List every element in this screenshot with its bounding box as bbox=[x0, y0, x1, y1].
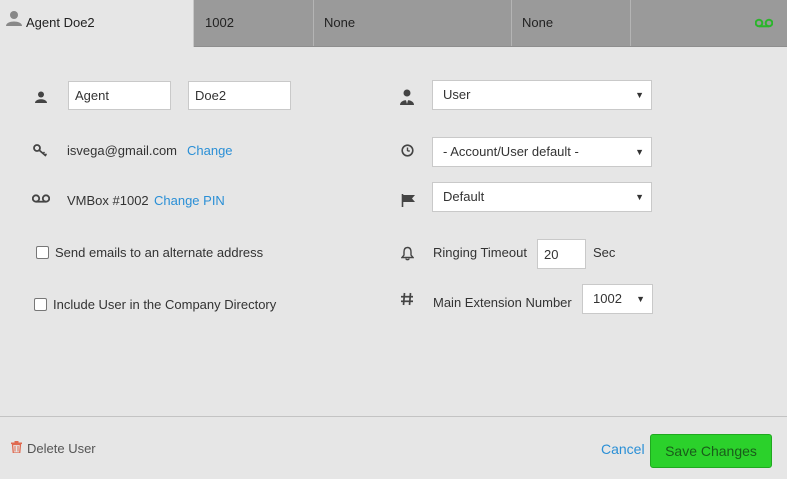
include-directory-checkbox[interactable] bbox=[34, 298, 47, 311]
delete-user-label: Delete User bbox=[27, 441, 96, 456]
tab-device[interactable]: None bbox=[314, 0, 512, 46]
change-pin-link[interactable]: Change PIN bbox=[154, 193, 225, 208]
first-name-input[interactable] bbox=[68, 81, 171, 110]
tab-user-name[interactable]: Agent Doe2 bbox=[0, 0, 194, 47]
ringing-timeout-label: Ringing Timeout bbox=[433, 245, 527, 260]
hashtag-icon bbox=[400, 291, 414, 307]
music-on-hold-select[interactable]: Default ▼ bbox=[432, 182, 652, 212]
role-select-value: User bbox=[443, 87, 471, 102]
tab-extension[interactable]: 1002 bbox=[195, 0, 314, 46]
person-icon bbox=[34, 90, 48, 104]
include-directory-label: Include User in the Company Directory bbox=[53, 297, 277, 312]
music-on-hold-select-value: Default bbox=[443, 189, 485, 204]
timezone-select[interactable]: - Account/User default - ▼ bbox=[432, 137, 652, 167]
vmbox-label: VMBox #1002 bbox=[67, 193, 149, 208]
chevron-down-icon: ▼ bbox=[636, 294, 645, 304]
role-select[interactable]: User ▼ bbox=[432, 80, 652, 110]
delete-user-button[interactable]: Delete User bbox=[11, 441, 96, 456]
tab-extension-label: 1002 bbox=[205, 15, 234, 30]
ringing-timeout-unit: Sec bbox=[593, 245, 616, 260]
save-changes-button[interactable]: Save Changes bbox=[650, 434, 772, 468]
tab-device-label: None bbox=[324, 15, 356, 30]
chevron-down-icon: ▼ bbox=[635, 147, 644, 157]
user-icon bbox=[6, 0, 22, 45]
trash-icon bbox=[11, 441, 22, 456]
ringing-timeout-input[interactable] bbox=[537, 239, 586, 269]
main-extension-select[interactable]: 1002 ▼ bbox=[582, 284, 653, 314]
footer-divider bbox=[0, 416, 787, 417]
chevron-down-icon: ▼ bbox=[635, 90, 644, 100]
tab-user-name-label: Agent Doe2 bbox=[26, 15, 95, 30]
tab-bar: Agent Doe2 1002 None None bbox=[0, 0, 787, 47]
chevron-down-icon: ▼ bbox=[635, 192, 644, 202]
user-tie-icon bbox=[398, 88, 416, 106]
bell-icon bbox=[400, 245, 414, 261]
send-alternate-checkbox[interactable] bbox=[36, 246, 49, 259]
tab-faxbox-label: None bbox=[522, 15, 554, 30]
key-icon bbox=[33, 143, 49, 159]
last-name-input[interactable] bbox=[188, 81, 291, 110]
tab-faxbox[interactable]: None bbox=[512, 0, 631, 46]
clock-icon bbox=[400, 143, 414, 157]
voicemail-icon bbox=[32, 193, 50, 205]
voicemail-tab-icon[interactable] bbox=[754, 16, 774, 31]
email-value: isvega@gmail.com bbox=[67, 143, 178, 158]
send-alternate-label: Send emails to an alternate address bbox=[55, 245, 264, 260]
cancel-button[interactable]: Cancel bbox=[601, 441, 645, 457]
change-email-link[interactable]: Change bbox=[187, 143, 233, 158]
main-extension-label: Main Extension Number bbox=[433, 295, 572, 310]
flag-icon bbox=[400, 192, 416, 208]
timezone-select-value: - Account/User default - bbox=[443, 144, 579, 159]
main-extension-select-value: 1002 bbox=[593, 291, 622, 306]
